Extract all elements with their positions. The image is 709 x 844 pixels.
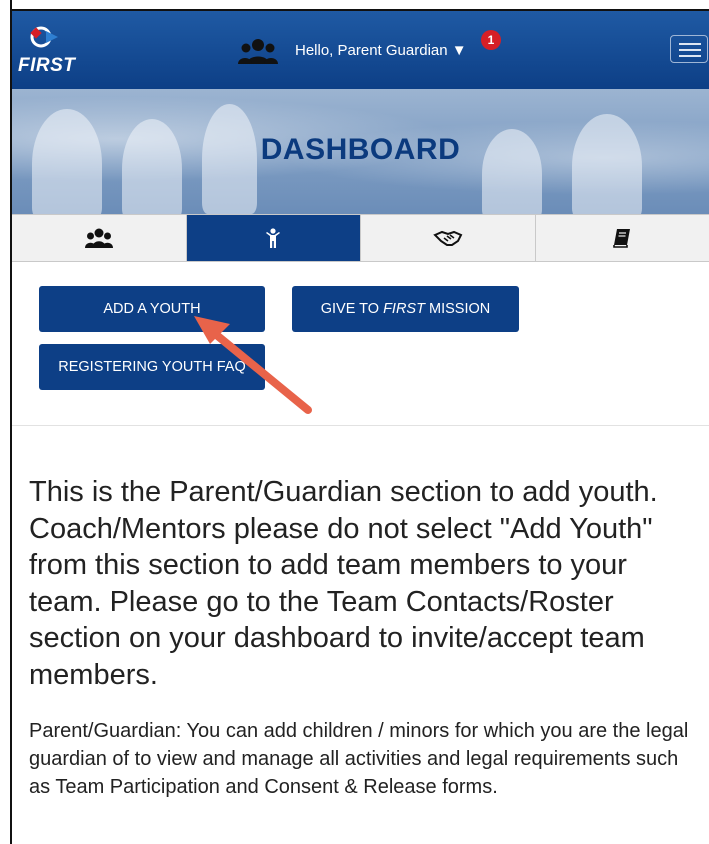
dashboard-banner: DASHBOARD xyxy=(12,89,709,214)
faq-label: REGISTERING YOUTH FAQ xyxy=(58,359,246,375)
logo-text: FIRST xyxy=(18,55,76,76)
user-greeting-dropdown[interactable]: Hello, Parent Guardian ▼ xyxy=(295,42,467,59)
book-icon xyxy=(613,229,631,248)
tab-resources[interactable] xyxy=(535,215,709,261)
give-label-prefix: GIVE TO xyxy=(320,301,384,317)
give-label-first: FIRST xyxy=(383,301,425,317)
first-logo[interactable]: FIRST xyxy=(18,25,78,76)
first-logo-icon xyxy=(30,26,58,48)
parent-guardian-notice: This is the Parent/Guardian section to a… xyxy=(29,476,658,691)
hamburger-bar xyxy=(679,49,701,51)
tab-team-members[interactable] xyxy=(12,215,187,261)
handshake-icon xyxy=(432,230,463,246)
add-youth-button[interactable]: ADD A YOUTH xyxy=(39,286,265,332)
registering-youth-faq-button[interactable]: REGISTERING YOUTH FAQ xyxy=(39,344,265,390)
section-divider xyxy=(12,425,709,426)
hamburger-menu-button[interactable] xyxy=(670,35,708,63)
top-navbar: FIRST Hello, Parent Guardian ▼ 1 xyxy=(12,11,709,89)
tab-partnerships[interactable] xyxy=(361,215,536,261)
give-to-first-mission-button[interactable]: GIVE TO FIRST MISSION xyxy=(292,286,519,332)
hamburger-bar xyxy=(679,43,701,45)
app-frame: FIRST Hello, Parent Guardian ▼ 1 DASHBOA… xyxy=(0,0,709,844)
hamburger-bar xyxy=(679,55,701,57)
users-icon xyxy=(238,39,278,64)
parent-guardian-description: Parent/Guardian: You can add children / … xyxy=(29,720,689,798)
dashboard-tabs xyxy=(12,214,709,262)
users-icon xyxy=(84,228,113,248)
page-title: DASHBOARD xyxy=(260,133,461,166)
tab-youth[interactable] xyxy=(186,215,361,261)
notification-badge[interactable]: 1 xyxy=(481,30,501,50)
youth-icon xyxy=(266,228,281,248)
give-label-suffix: MISSION xyxy=(424,301,491,317)
